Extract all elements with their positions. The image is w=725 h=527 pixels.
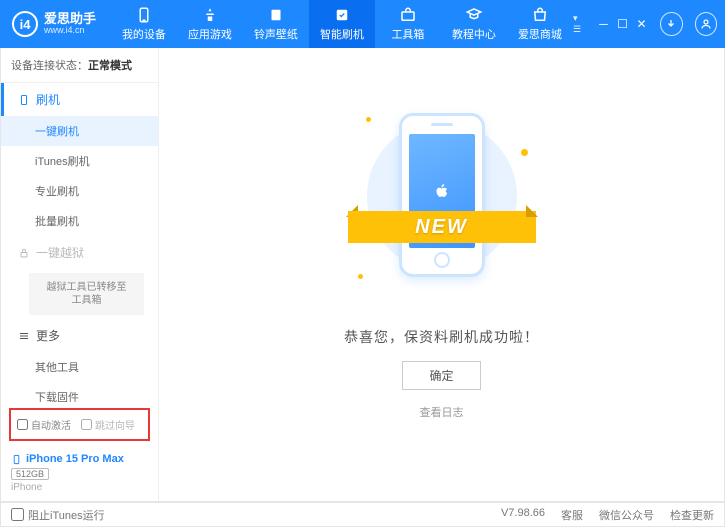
device-phone-icon — [11, 454, 22, 465]
tab-apps-games[interactable]: 应用游戏 — [177, 0, 243, 48]
user-button[interactable] — [695, 12, 717, 36]
menu-icon — [18, 330, 30, 342]
sidebar-group-flash[interactable]: 刷机 — [1, 83, 158, 116]
apple-icon — [431, 180, 453, 202]
group-label: 一键越狱 — [36, 244, 84, 261]
tab-my-device[interactable]: 我的设备 — [111, 0, 177, 48]
sidebar: 设备连接状态：正常模式 刷机 一键刷机 iTunes刷机 专业刷机 批量刷机 一… — [1, 48, 159, 501]
footer-link-support[interactable]: 客服 — [561, 507, 583, 523]
app-logo: i4 爱思助手 www.i4.cn — [12, 11, 111, 37]
device-info: iPhone 15 Pro Max 512GB iPhone — [1, 447, 158, 501]
success-message: 恭喜您，保资料刷机成功啦！ — [344, 327, 539, 347]
tab-label: 应用游戏 — [188, 26, 232, 42]
lock-icon — [18, 247, 30, 259]
tab-label: 智能刷机 — [320, 26, 364, 42]
tab-label: 爱思商城 — [518, 26, 562, 42]
app-url: www.i4.cn — [44, 26, 96, 36]
minimize-button[interactable]: ─ — [597, 17, 610, 31]
ringtone-icon — [267, 6, 285, 24]
tab-store[interactable]: 爱思商城 — [507, 0, 573, 48]
tab-label: 教程中心 — [452, 26, 496, 42]
logo-icon: i4 — [12, 11, 38, 37]
group-label: 更多 — [36, 327, 60, 344]
auto-activate-checkbox[interactable]: 自动激活 — [17, 417, 71, 432]
store-icon — [531, 6, 549, 24]
footer-link-wechat[interactable]: 微信公众号 — [599, 507, 654, 523]
sidebar-item-other-tools[interactable]: 其他工具 — [1, 352, 158, 382]
jailbreak-note: 越狱工具已转移至 工具箱 — [29, 273, 144, 315]
sidebar-item-oneclick-flash[interactable]: 一键刷机 — [1, 116, 158, 146]
device-icon — [135, 6, 153, 24]
tab-tutorials[interactable]: 教程中心 — [441, 0, 507, 48]
app-name: 爱思助手 — [44, 12, 96, 26]
sidebar-item-batch-flash[interactable]: 批量刷机 — [1, 206, 158, 236]
title-bar: i4 爱思助手 www.i4.cn 我的设备 应用游戏 铃声壁纸 智能刷机 工具… — [0, 0, 725, 48]
main-content: NEW 恭喜您，保资料刷机成功啦！ 确定 查看日志 — [159, 48, 724, 501]
tutorial-icon — [465, 6, 483, 24]
footer-link-update[interactable]: 检查更新 — [670, 507, 714, 523]
checkbox-label: 跳过向导 — [95, 417, 135, 432]
sidebar-group-more[interactable]: 更多 — [1, 319, 158, 352]
tab-ringtones[interactable]: 铃声壁纸 — [243, 0, 309, 48]
tab-label: 铃声壁纸 — [254, 26, 298, 42]
device-name-row[interactable]: iPhone 15 Pro Max — [11, 453, 148, 465]
tab-toolbox[interactable]: 工具箱 — [375, 0, 441, 48]
status-bar: 阻止iTunes运行 V7.98.66 客服 微信公众号 检查更新 — [0, 502, 725, 527]
version-label: V7.98.66 — [501, 507, 545, 523]
status-label: 设备连接状态： — [11, 60, 88, 72]
sidebar-item-pro-flash[interactable]: 专业刷机 — [1, 176, 158, 206]
sidebar-group-jailbreak: 一键越狱 — [1, 236, 158, 269]
phone-icon — [18, 94, 30, 106]
flash-options-highlight: 自动激活 跳过向导 — [9, 408, 150, 441]
ok-button[interactable]: 确定 — [402, 361, 480, 390]
maximize-button[interactable]: ☐ — [616, 17, 629, 31]
ribbon-text: NEW — [348, 211, 536, 243]
sidebar-item-itunes-flash[interactable]: iTunes刷机 — [1, 146, 158, 176]
flash-icon — [333, 6, 351, 24]
group-label: 刷机 — [36, 91, 60, 108]
apps-icon — [201, 6, 219, 24]
connection-status: 设备连接状态：正常模式 — [1, 48, 158, 83]
skip-guide-checkbox[interactable]: 跳过向导 — [81, 417, 135, 432]
tray-icons[interactable]: ▾ ☰ — [573, 13, 587, 35]
device-storage: 512GB — [11, 468, 49, 480]
tab-smart-flash[interactable]: 智能刷机 — [309, 0, 375, 48]
toolbox-icon — [399, 6, 417, 24]
tab-label: 我的设备 — [122, 26, 166, 42]
sidebar-item-download-firmware[interactable]: 下载固件 — [1, 382, 158, 402]
close-button[interactable]: ✕ — [635, 17, 648, 31]
download-button[interactable] — [660, 12, 682, 36]
status-value: 正常模式 — [88, 60, 132, 72]
device-type: iPhone — [11, 482, 148, 493]
checkbox-label: 阻止iTunes运行 — [28, 507, 105, 523]
phone-graphic — [399, 113, 485, 277]
view-log-link[interactable]: 查看日志 — [420, 404, 464, 420]
block-itunes-checkbox[interactable]: 阻止iTunes运行 — [11, 507, 105, 523]
window-controls: ▾ ☰ ─ ☐ ✕ — [573, 12, 717, 36]
device-name: iPhone 15 Pro Max — [26, 453, 124, 465]
checkbox-label: 自动激活 — [31, 417, 71, 432]
tab-label: 工具箱 — [391, 26, 424, 42]
new-ribbon: NEW — [348, 205, 536, 249]
success-illustration: NEW — [362, 109, 522, 309]
nav-tabs: 我的设备 应用游戏 铃声壁纸 智能刷机 工具箱 教程中心 爱思商城 — [111, 0, 573, 48]
